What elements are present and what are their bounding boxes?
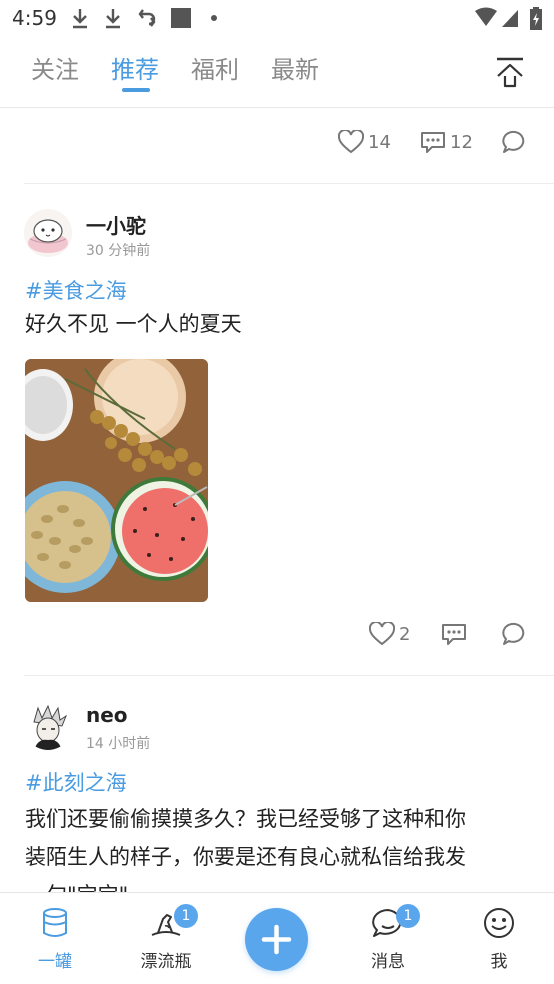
download-icon (106, 9, 120, 29)
add-post-button[interactable] (245, 908, 308, 971)
divider (24, 675, 554, 676)
sync-icon (138, 9, 156, 27)
avatar-image (24, 702, 72, 750)
like-count: 14 (368, 131, 391, 153)
topic-tag[interactable]: #美食之海 (25, 275, 127, 305)
status-bar: 4:59 (0, 0, 554, 36)
username[interactable]: 一小驼 (86, 210, 146, 239)
bottom-nav: 一罐 漂流瓶 1 消息 1 我 (0, 892, 554, 984)
tab-follow[interactable]: 关注 (31, 50, 79, 85)
smiley-icon (484, 908, 514, 938)
food-photo (25, 359, 208, 602)
username[interactable]: neo (86, 703, 128, 727)
heart-icon (338, 130, 364, 154)
comment-count: 12 (450, 131, 473, 153)
comment-button[interactable]: 12 (420, 130, 473, 154)
comment-bubble-icon (442, 624, 466, 645)
post-content: 好久不见 一个人的夏天 (25, 312, 242, 336)
comment-bubble-icon (421, 132, 445, 153)
dot-icon (211, 15, 217, 21)
avatar[interactable] (24, 209, 72, 257)
post-time: 14 小时前 (86, 736, 151, 752)
tab-welfare[interactable]: 福利 (191, 50, 239, 85)
post-content-line: 一句"宝宝" (25, 876, 128, 892)
nav-messages-label: 消息 (371, 952, 405, 972)
prev-post-actions: 14 12 (0, 124, 554, 164)
comment-button[interactable] (441, 622, 467, 646)
download-icon (73, 9, 87, 29)
post-time: 30 分钟前 (86, 243, 151, 259)
status-time: 4:59 (12, 6, 57, 30)
chat-button[interactable] (502, 622, 528, 646)
nav-me[interactable]: 我 (459, 907, 539, 972)
plus-icon (261, 924, 292, 955)
like-count: 2 (399, 623, 411, 645)
nav-me-label: 我 (490, 952, 508, 972)
chat-button[interactable] (502, 130, 528, 154)
topic-tag[interactable]: #此刻之海 (25, 767, 127, 797)
feed-list[interactable]: 14 12 一小驼 30 分钟前 #美食之海 好久不见 一个人的夏天 2 neo… (0, 108, 554, 892)
like-button[interactable]: 14 (338, 130, 391, 154)
chat-icon (502, 130, 525, 153)
tab-recommend[interactable]: 推荐 (111, 50, 159, 85)
nav-bottle-label: 漂流瓶 (140, 952, 192, 972)
messages-badge: 1 (396, 904, 420, 928)
avatar-image (24, 209, 72, 257)
nav-home-label: 一罐 (38, 952, 72, 972)
post-actions: 2 (0, 616, 554, 656)
post-image[interactable] (25, 359, 208, 602)
wifi-icon (475, 7, 497, 26)
avatar[interactable] (24, 702, 72, 750)
scroll-to-top-icon[interactable] (492, 54, 528, 90)
tab-latest[interactable]: 最新 (271, 50, 319, 85)
chat-icon (502, 622, 525, 645)
top-tab-bar: 关注 推荐 福利 最新 (0, 36, 554, 108)
post-content-line: 我们还要偷偷摸摸多久？我已经受够了这种和你 (25, 807, 466, 831)
like-button[interactable]: 2 (369, 622, 410, 646)
jar-icon (43, 908, 67, 937)
heart-icon (369, 622, 395, 646)
nav-home[interactable]: 一罐 (15, 907, 95, 972)
signal-icon (502, 10, 518, 27)
bottle-badge: 1 (174, 904, 198, 928)
post-content-line: 装陌生人的样子，你要是还有良心就私信给我发 (25, 845, 466, 869)
app-icon (171, 8, 191, 28)
divider (24, 183, 554, 184)
battery-icon (530, 7, 542, 30)
active-tab-indicator (122, 88, 150, 92)
